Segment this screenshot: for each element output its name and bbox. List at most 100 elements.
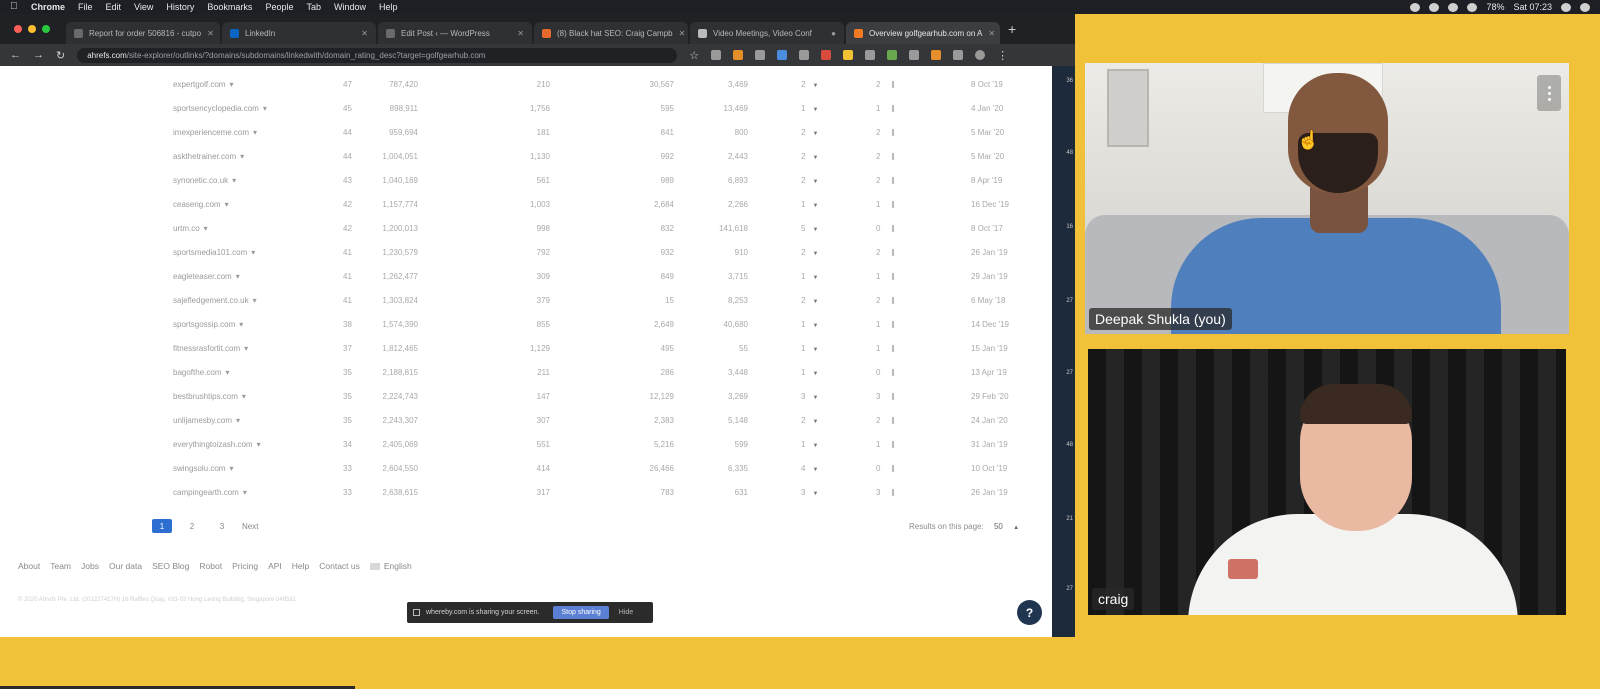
expand-triangle-icon[interactable]: ▼ <box>812 443 818 449</box>
referring-domain-link[interactable]: sportsencyclopedia.com ▾ <box>173 104 267 113</box>
language-selector[interactable]: English <box>369 561 412 571</box>
expand-triangle-icon[interactable]: ▼ <box>812 323 818 329</box>
referring-domain-link[interactable]: bestbrushtips.com ▾ <box>173 392 246 401</box>
menu-bookmarks[interactable]: Bookmarks <box>207 2 252 12</box>
footer-link-help[interactable]: Help <box>292 561 309 571</box>
domain-dropdown-icon[interactable]: ▾ <box>236 416 240 425</box>
status-app-icon[interactable] <box>1410 2 1421 12</box>
referring-domain-link[interactable]: swingsolu.com ▾ <box>173 464 233 473</box>
links-count-cell[interactable]: 1 ▼ <box>801 344 818 353</box>
notification-center-icon[interactable] <box>1580 2 1590 12</box>
next-page-link[interactable]: Next <box>242 522 258 531</box>
referring-domain-link[interactable]: sajefledgement.co.uk ▾ <box>173 296 257 305</box>
domain-dropdown-icon[interactable]: ▾ <box>225 200 229 209</box>
referring-domain-link[interactable]: everythingtoizash.com ▾ <box>173 440 261 449</box>
menu-help[interactable]: Help <box>379 2 398 12</box>
domain-dropdown-icon[interactable]: ▾ <box>229 464 233 473</box>
links-count-cell[interactable]: 1 ▼ <box>801 272 818 281</box>
domain-dropdown-icon[interactable]: ▾ <box>225 368 229 377</box>
domain-dropdown-icon[interactable]: ▾ <box>253 128 257 137</box>
tab-close-icon[interactable]: ✕ <box>517 29 524 38</box>
browser-tab[interactable]: Report for order 506816 - cutpo ✕ <box>66 22 220 44</box>
domain-dropdown-icon[interactable]: ▾ <box>243 488 247 497</box>
help-button[interactable]: ? <box>1017 600 1042 625</box>
menu-people[interactable]: People <box>265 2 293 12</box>
menubar-clock[interactable]: Sat 07:23 <box>1513 2 1552 12</box>
referring-domain-link[interactable]: synonetic.co.uk ▾ <box>173 176 236 185</box>
links-count-cell[interactable]: 1 ▼ <box>801 368 818 377</box>
menu-tab[interactable]: Tab <box>306 2 321 12</box>
minimize-window-icon[interactable] <box>28 25 36 33</box>
links-count-cell[interactable]: 3 ▼ <box>801 392 818 401</box>
back-icon[interactable]: ← <box>10 49 21 61</box>
links-count-cell[interactable]: 2 ▼ <box>801 416 818 425</box>
referring-domain-link[interactable]: sportsmedia101.com ▾ <box>173 248 255 257</box>
links-count-cell[interactable]: 1 ▼ <box>801 104 818 113</box>
new-tab-button[interactable]: + <box>1008 21 1016 37</box>
expand-triangle-icon[interactable]: ▼ <box>812 83 818 89</box>
apple-icon[interactable]:  <box>10 2 19 12</box>
results-per-page[interactable]: Results on this page: 50 ▲ <box>909 522 1019 531</box>
footer-link-robot[interactable]: Robot <box>199 561 222 571</box>
browser-tab[interactable]: Edit Post ‹ — WordPress ✕ <box>378 22 532 44</box>
referring-domain-link[interactable]: ceaseng.com ▾ <box>173 200 229 209</box>
links-count-cell[interactable]: 5 ▼ <box>801 224 818 233</box>
footer-link-our-data[interactable]: Our data <box>109 561 142 571</box>
footer-link-seo-blog[interactable]: SEO Blog <box>152 561 189 571</box>
profile-avatar-icon[interactable] <box>975 50 986 60</box>
domain-dropdown-icon[interactable]: ▾ <box>232 176 236 185</box>
expand-triangle-icon[interactable]: ▼ <box>812 155 818 161</box>
expand-triangle-icon[interactable]: ▼ <box>812 371 818 377</box>
wifi-icon[interactable] <box>1448 2 1459 12</box>
links-count-cell[interactable]: 4 ▼ <box>801 464 818 473</box>
referring-domain-link[interactable]: eagleteaser.com ▾ <box>173 272 240 281</box>
expand-triangle-icon[interactable]: ▼ <box>812 395 818 401</box>
browser-tab-active[interactable]: Overview golfgearhub.com on A ✕ <box>846 22 1000 44</box>
domain-dropdown-icon[interactable]: ▾ <box>236 272 240 281</box>
video-tile-remote[interactable]: craig <box>1085 346 1569 618</box>
browser-tab[interactable]: (8) Black hat SEO: Craig Campb ✕ <box>534 22 688 44</box>
status-app-icon[interactable] <box>1429 2 1440 12</box>
extension-icon[interactable] <box>777 50 788 60</box>
footer-link-jobs[interactable]: Jobs <box>81 561 99 571</box>
reload-icon[interactable]: ↻ <box>56 49 65 62</box>
menu-file[interactable]: File <box>78 2 93 12</box>
extension-icon[interactable] <box>733 50 744 60</box>
more-menu-icon[interactable]: ⋮ <box>997 49 1008 62</box>
extension-icon[interactable] <box>821 50 832 60</box>
referring-domain-link[interactable]: bagofthe.com ▾ <box>173 368 230 377</box>
tile-options-button[interactable] <box>1537 75 1561 111</box>
footer-link-pricing[interactable]: Pricing <box>232 561 258 571</box>
volume-icon[interactable] <box>1467 2 1478 12</box>
links-count-cell[interactable]: 2 ▼ <box>801 296 818 305</box>
expand-triangle-icon[interactable]: ▼ <box>812 251 818 257</box>
spotlight-icon[interactable] <box>1561 2 1571 12</box>
domain-dropdown-icon[interactable]: ▾ <box>229 80 233 89</box>
expand-triangle-icon[interactable]: ▼ <box>812 419 818 425</box>
tab-close-icon[interactable]: ✕ <box>361 29 368 38</box>
close-window-icon[interactable] <box>14 25 22 33</box>
referring-domain-link[interactable]: askthetrainer.com ▾ <box>173 152 244 161</box>
referring-domain-link[interactable]: expertgolf.com ▾ <box>173 80 233 89</box>
expand-triangle-icon[interactable]: ▼ <box>812 203 818 209</box>
video-tile-self[interactable]: ☝ Deepak Shukla (you) <box>1085 63 1569 334</box>
domain-dropdown-icon[interactable]: ▾ <box>253 296 257 305</box>
links-count-cell[interactable]: 2 ▼ <box>801 80 818 89</box>
links-count-cell[interactable]: 2 ▼ <box>801 152 818 161</box>
expand-triangle-icon[interactable]: ▼ <box>812 299 818 305</box>
referring-domain-link[interactable]: fitnessrasfortit.com ▾ <box>173 344 248 353</box>
domain-dropdown-icon[interactable]: ▾ <box>244 344 248 353</box>
footer-link-team[interactable]: Team <box>50 561 71 571</box>
domain-dropdown-icon[interactable]: ▾ <box>240 152 244 161</box>
extension-icon[interactable] <box>953 50 964 60</box>
referring-domain-link[interactable]: unlijamesby.com ▾ <box>173 416 240 425</box>
footer-link-contact[interactable]: Contact us <box>319 561 360 571</box>
expand-triangle-icon[interactable]: ▼ <box>812 179 818 185</box>
page-2-button[interactable]: 2 <box>182 519 202 533</box>
links-count-cell[interactable]: 3 ▼ <box>801 488 818 497</box>
browser-tab[interactable]: LinkedIn ✕ <box>222 22 376 44</box>
extension-icon[interactable] <box>711 50 722 60</box>
extension-icon[interactable] <box>909 50 920 60</box>
expand-triangle-icon[interactable]: ▼ <box>812 275 818 281</box>
referring-domain-link[interactable]: campingearth.com ▾ <box>173 488 247 497</box>
